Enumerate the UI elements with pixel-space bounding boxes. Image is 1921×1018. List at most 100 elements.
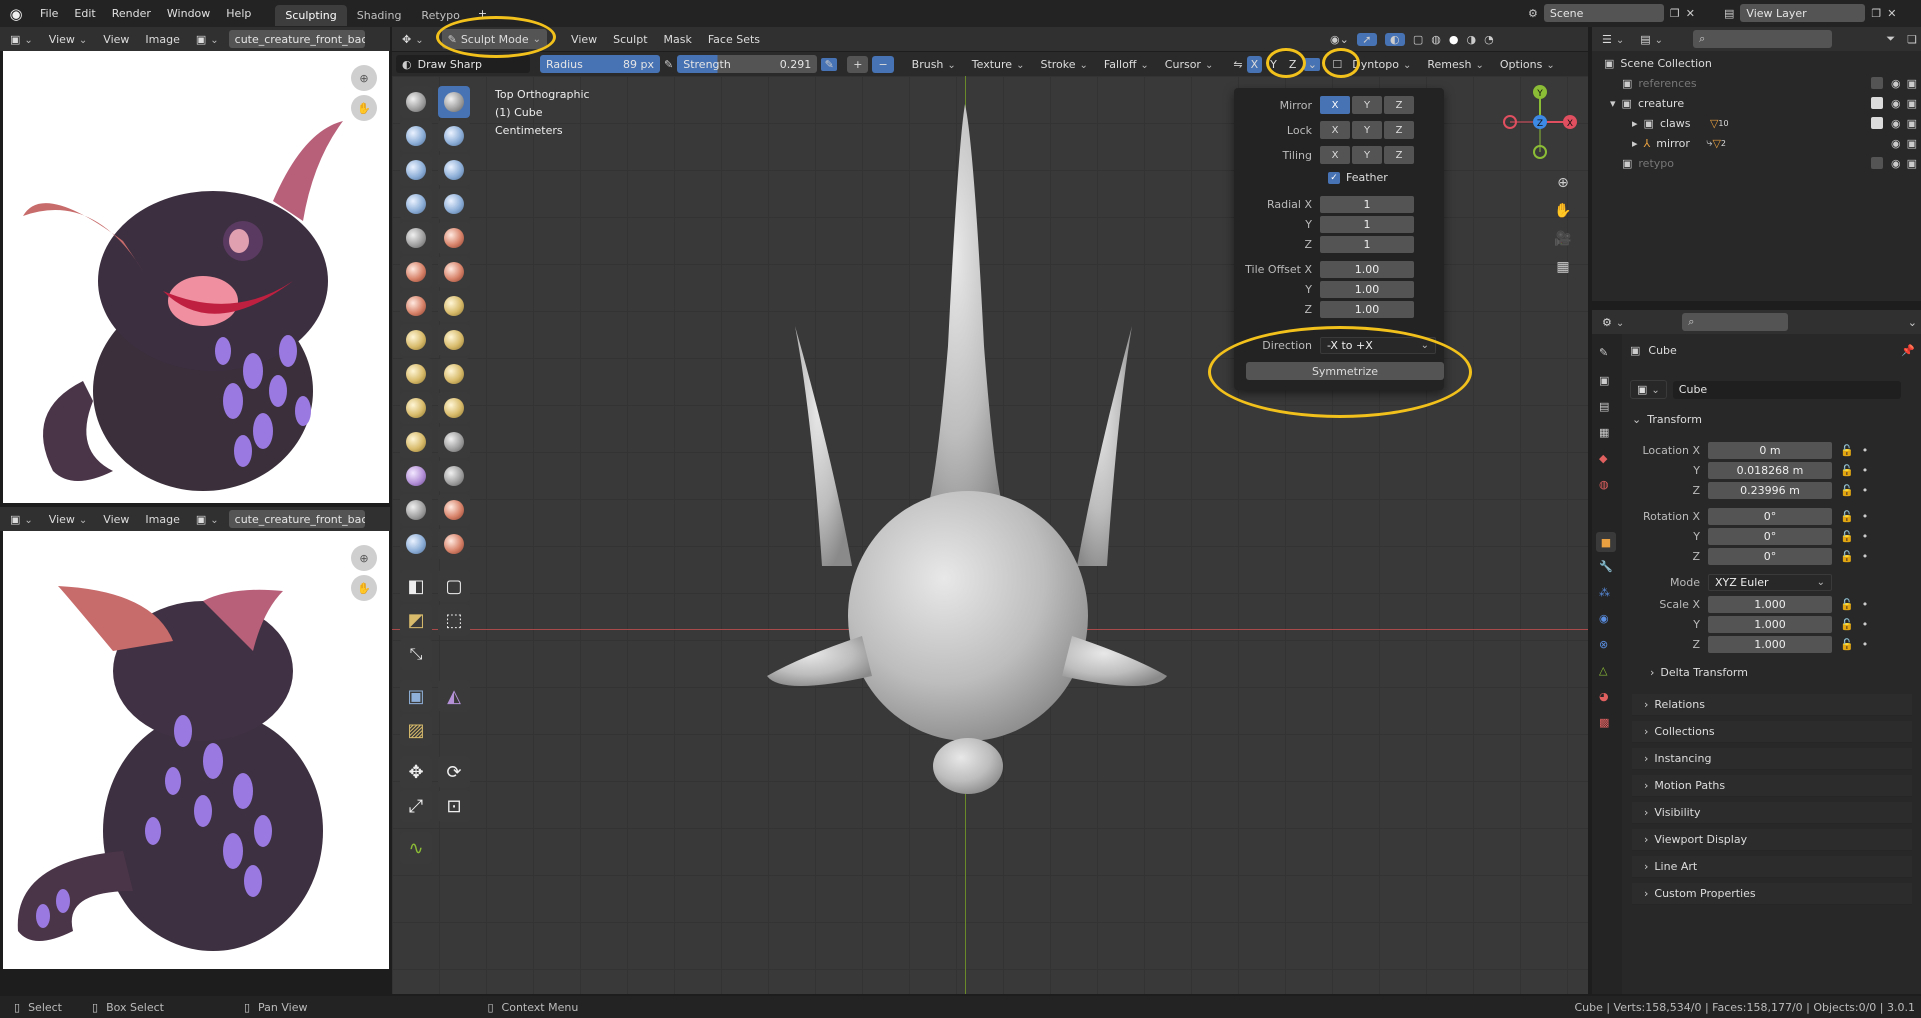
object-name-field[interactable]: Cube bbox=[1672, 380, 1901, 399]
camera-icon[interactable]: ▣ bbox=[1907, 137, 1917, 150]
tool-snake-hook[interactable] bbox=[400, 358, 432, 390]
rotation-z-field[interactable]: 0° bbox=[1708, 548, 1832, 565]
keyframe-dot-icon[interactable]: • bbox=[1862, 638, 1869, 651]
lock-icon[interactable]: 🔓 bbox=[1840, 484, 1854, 497]
menu-window[interactable]: Window bbox=[159, 0, 218, 27]
viewport-pan-icon[interactable]: ✋ bbox=[1552, 200, 1574, 222]
tool-slide-relax[interactable] bbox=[438, 426, 470, 458]
outliner-row-mirror[interactable]: ▸ ⅄ mirror ⤷ ▽ 2 ◉ ▣ bbox=[1632, 133, 1917, 153]
viewport-view-menu[interactable]: View bbox=[565, 31, 603, 48]
outliner-search-input[interactable]: ⌕ bbox=[1693, 30, 1833, 48]
symmetry-dropdown-icon[interactable]: ⌄ bbox=[1304, 57, 1321, 71]
rotation-mode-dropdown[interactable]: XYZ Euler bbox=[1708, 574, 1832, 591]
gizmo-toggle-icon[interactable]: ➚ bbox=[1356, 32, 1377, 46]
outliner-editor-type[interactable]: ☰ bbox=[1596, 31, 1630, 48]
tool-rotate[interactable] bbox=[400, 426, 432, 458]
constraints-tab-icon[interactable]: ⊗ bbox=[1599, 638, 1608, 651]
tile-offset-x-field[interactable]: 1.00 bbox=[1320, 261, 1414, 278]
texture-menu[interactable]: Texture bbox=[966, 56, 1031, 73]
world-tab-icon[interactable]: ◍ bbox=[1599, 478, 1609, 491]
camera-icon[interactable]: ▣ bbox=[1907, 117, 1917, 130]
copy-scene-icon[interactable]: ❐ bbox=[1670, 7, 1680, 20]
tool-box-hide[interactable]: ▢ bbox=[438, 570, 470, 602]
close-view-layer-icon[interactable]: ✕ bbox=[1887, 7, 1896, 20]
tool-tab-icon[interactable]: ✎ bbox=[1599, 346, 1608, 359]
view-menu[interactable]: View bbox=[97, 31, 135, 48]
tool-clay-strips[interactable] bbox=[438, 120, 470, 152]
outliner-row-retypo[interactable]: ▣ retypo ◉ ▣ bbox=[1622, 153, 1917, 173]
tool-cloth[interactable] bbox=[438, 460, 470, 492]
tool-color-filter[interactable]: ▨ bbox=[400, 714, 432, 746]
output-tab-icon[interactable]: ▤ bbox=[1599, 400, 1609, 413]
panel-instancing[interactable]: › Instancing bbox=[1632, 748, 1912, 770]
camera-icon[interactable]: ▣ bbox=[1907, 97, 1917, 110]
view-mode-dropdown-bottom[interactable]: View bbox=[43, 511, 94, 528]
tool-scrape[interactable] bbox=[438, 256, 470, 288]
cursor-menu[interactable]: Cursor bbox=[1159, 56, 1220, 73]
tool-multires-displacement[interactable] bbox=[438, 528, 470, 560]
outliner-display-mode[interactable]: ▤ bbox=[1634, 31, 1669, 48]
material-shading-icon[interactable]: ◑ bbox=[1466, 33, 1476, 46]
scene-selector[interactable]: ⚙ Scene ❐ ✕ bbox=[1528, 3, 1718, 23]
image-browse-button-bottom[interactable]: ▣ bbox=[190, 511, 225, 528]
scale-y-field[interactable]: 1.000 bbox=[1708, 616, 1832, 633]
remesh-menu[interactable]: Remesh bbox=[1421, 56, 1490, 73]
tile-offset-y-field[interactable]: 1.00 bbox=[1320, 281, 1414, 298]
tool-inflate[interactable] bbox=[438, 154, 470, 186]
menu-edit[interactable]: Edit bbox=[66, 0, 103, 27]
tiling-z-toggle[interactable]: Z bbox=[1384, 146, 1414, 164]
panel-motion-paths[interactable]: › Motion Paths bbox=[1632, 775, 1912, 797]
eye-icon[interactable]: ◉ bbox=[1891, 117, 1901, 130]
brush-name-field[interactable]: ◐ Draw Sharp bbox=[396, 55, 530, 73]
feather-checkbox[interactable]: ✓ bbox=[1328, 171, 1340, 184]
tool-fill[interactable] bbox=[400, 256, 432, 288]
rotation-x-field[interactable]: 0° bbox=[1708, 508, 1832, 525]
tool-mesh-filter[interactable]: ▣ bbox=[400, 680, 432, 712]
lock-y-toggle[interactable]: Y bbox=[1352, 121, 1382, 139]
overlay-toggle-icon[interactable]: ◐ bbox=[1384, 32, 1405, 46]
image-name-field[interactable]: cute_creature_front_back. bbox=[228, 30, 365, 48]
copy-view-layer-icon[interactable]: ❐ bbox=[1871, 7, 1881, 20]
radial-y-field[interactable]: 1 bbox=[1320, 216, 1414, 233]
physics-tab-icon[interactable]: ◉ bbox=[1599, 612, 1609, 625]
tool-nudge[interactable] bbox=[438, 392, 470, 424]
keyframe-dot-icon[interactable]: • bbox=[1862, 444, 1869, 457]
tool-move[interactable]: ✥ bbox=[400, 756, 432, 788]
modifier-tab-icon[interactable]: 🔧 bbox=[1599, 560, 1613, 573]
outliner-row-references[interactable]: ▣ references ◉ ▣ bbox=[1622, 73, 1917, 93]
keyframe-dot-icon[interactable]: • bbox=[1862, 530, 1869, 543]
image-canvas-top[interactable]: ⊕ ✋ bbox=[3, 51, 389, 503]
subtract-direction-button[interactable]: − bbox=[872, 55, 894, 73]
symmetry-x-button[interactable]: X bbox=[1246, 55, 1263, 73]
add-direction-button[interactable]: + bbox=[847, 55, 869, 73]
pin-icon[interactable]: 📌 bbox=[1901, 344, 1915, 357]
lock-icon[interactable]: 🔓 bbox=[1840, 638, 1854, 651]
panel-line-art[interactable]: › Line Art bbox=[1632, 856, 1912, 878]
scene-field[interactable]: Scene bbox=[1543, 4, 1664, 22]
view-menu-bottom[interactable]: View bbox=[97, 511, 135, 528]
radial-x-field[interactable]: 1 bbox=[1320, 196, 1414, 213]
viewport-editor-type-button[interactable]: ✥ bbox=[396, 31, 430, 48]
object-browse-button[interactable]: ▣ bbox=[1630, 380, 1667, 399]
panel-visibility[interactable]: › Visibility bbox=[1632, 802, 1912, 824]
rendered-shading-icon[interactable]: ◔ bbox=[1484, 33, 1494, 46]
particles-tab-icon[interactable]: ⁂ bbox=[1599, 586, 1610, 599]
lock-icon[interactable]: 🔓 bbox=[1840, 618, 1854, 631]
references-exclude-checkbox[interactable] bbox=[1870, 77, 1883, 89]
tool-boundary[interactable] bbox=[400, 460, 432, 492]
eye-icon[interactable]: ◉ bbox=[1891, 97, 1901, 110]
scale-z-field[interactable]: 1.000 bbox=[1708, 636, 1832, 653]
tool-blob[interactable] bbox=[400, 188, 432, 220]
expand-arrow-icon[interactable]: ▸ bbox=[1632, 117, 1638, 130]
tool-smooth[interactable] bbox=[400, 222, 432, 254]
keyframe-dot-icon[interactable]: • bbox=[1862, 550, 1869, 563]
tool-draw[interactable] bbox=[400, 86, 432, 118]
eye-icon[interactable]: ◉ bbox=[1891, 137, 1901, 150]
delta-transform-subpanel[interactable]: › Delta Transform bbox=[1650, 666, 1748, 679]
image-canvas-bottom[interactable]: ⊕ ✋ bbox=[3, 531, 389, 969]
lock-x-toggle[interactable]: X bbox=[1320, 121, 1350, 139]
radius-field[interactable]: Radius 89 px bbox=[540, 55, 660, 73]
panel-collections[interactable]: › Collections bbox=[1632, 721, 1912, 743]
blender-logo-icon[interactable]: ◉ bbox=[0, 5, 32, 23]
tool-box-mask[interactable]: ◧ bbox=[400, 570, 432, 602]
